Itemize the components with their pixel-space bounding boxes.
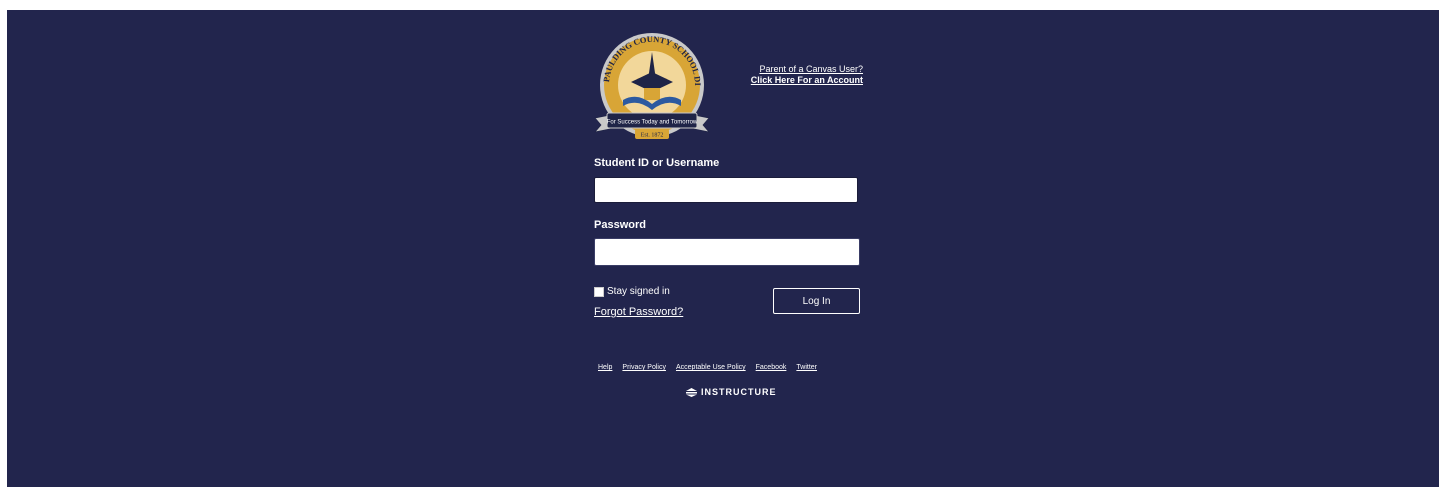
parent-account-link[interactable]: Parent of a Canvas User? Click Here For … [700,64,863,86]
instructure-brand[interactable]: INSTRUCTURE [686,387,777,397]
footer-link-acceptable-use-policy[interactable]: Acceptable Use Policy [676,364,746,371]
svg-text:Est. 1872: Est. 1872 [641,133,664,139]
footer-link-twitter[interactable]: Twitter [796,364,817,371]
login-button[interactable]: Log In [773,288,860,314]
stay-signed-in-checkbox[interactable] [594,286,604,297]
instructure-icon [686,387,697,397]
parent-link-question[interactable]: Parent of a Canvas User? [700,64,863,75]
username-label: Student ID or Username [594,157,720,169]
footer-links: Help Privacy Policy Acceptable Use Polic… [598,364,817,371]
stay-signed-in[interactable]: Stay signed in [594,286,670,297]
footer-link-help[interactable]: Help [598,364,612,371]
username-input[interactable] [594,177,858,203]
footer-link-facebook[interactable]: Facebook [756,364,787,371]
password-label: Password [594,219,646,231]
instructure-label: INSTRUCTURE [701,387,777,397]
stay-signed-in-label: Stay signed in [607,286,670,297]
password-input[interactable] [594,238,860,266]
forgot-password-link[interactable]: Forgot Password? [594,306,683,318]
parent-link-action[interactable]: Click Here For an Account [700,75,863,86]
footer-link-privacy-policy[interactable]: Privacy Policy [622,364,666,371]
svg-text:For Success Today and Tomorrow: For Success Today and Tomorrow [607,120,698,126]
district-logo: PAULDING COUNTY SCHOOL DISTRICT For Succ… [586,22,715,150]
